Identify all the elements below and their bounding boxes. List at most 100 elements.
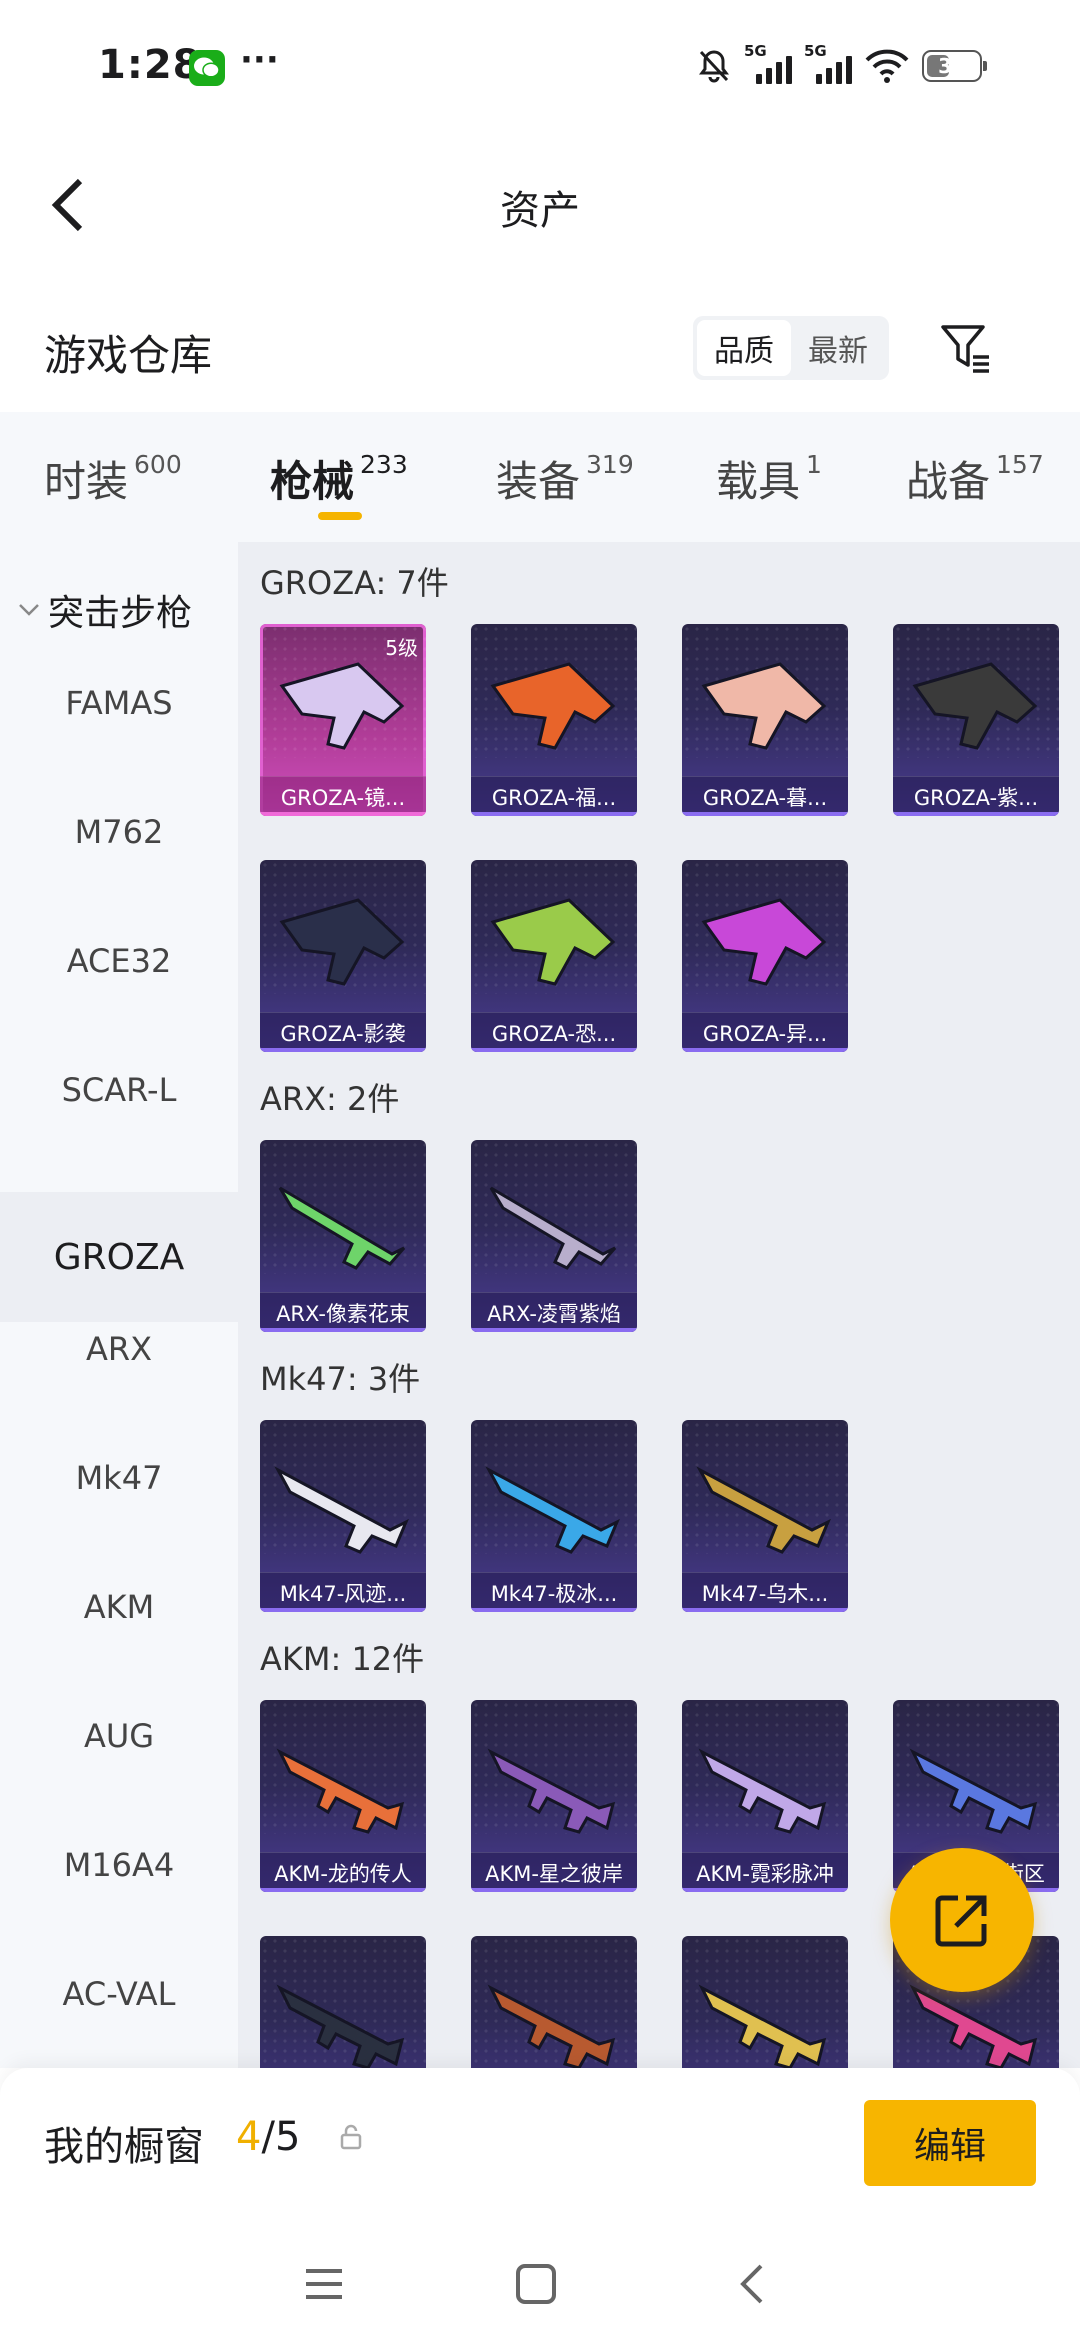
section-title-akm: AKM: 12件 bbox=[260, 1640, 425, 1678]
weapon-skin-image bbox=[487, 1984, 616, 2068]
skin-name: AKM-星之彼岸 bbox=[471, 1852, 637, 1892]
weapon-skin-image bbox=[278, 1186, 406, 1270]
sidebar-item-mk47[interactable]: Mk47 bbox=[0, 1413, 238, 1543]
skin-name: AKM-龙的传人 bbox=[260, 1852, 426, 1892]
status-icons: 5G 5G 33 bbox=[696, 42, 987, 88]
weapon-skin-image bbox=[279, 898, 405, 986]
skin-grid: GROZA: 7件 5级 GROZA-镜... GROZA-福... GROZA… bbox=[238, 542, 1080, 2068]
wechat-notification-icon bbox=[189, 50, 225, 86]
menu-icon bbox=[306, 2269, 342, 2299]
sidebar-item-arx[interactable]: ARX bbox=[0, 1284, 238, 1414]
skin-card[interactable]: ARX-像素花束 bbox=[260, 1140, 426, 1332]
lock-icon bbox=[340, 2124, 362, 2150]
skin-card[interactable]: Mk47-风迹... bbox=[260, 1420, 426, 1612]
edit-showcase-button[interactable]: 编辑 bbox=[864, 2100, 1036, 2186]
share-button[interactable] bbox=[890, 1848, 1034, 1992]
signal-icon: 5G bbox=[804, 42, 852, 86]
weapon-skin-image bbox=[489, 1186, 617, 1270]
recent-apps-button[interactable] bbox=[294, 2254, 354, 2314]
tab-equipment[interactable]: 装备 319 bbox=[496, 448, 634, 509]
weapon-skin-image bbox=[701, 662, 827, 750]
filter-icon bbox=[941, 325, 989, 373]
signal-icon: 5G bbox=[744, 42, 792, 86]
weapon-skin-image bbox=[490, 898, 616, 986]
page-header: 资产 bbox=[0, 150, 1080, 260]
skin-card[interactable]: Mk47-极冰... bbox=[471, 1420, 637, 1612]
skin-name: GROZA-影袭 bbox=[260, 1012, 426, 1052]
sidebar-item-ac-val[interactable]: AC-VAL bbox=[0, 1929, 238, 2059]
skin-card[interactable]: AKM-龙的传人 bbox=[260, 1700, 426, 1892]
weapon-skin-image bbox=[912, 662, 1038, 750]
weapon-skin-image bbox=[909, 1748, 1038, 1834]
skin-card[interactable]: GROZA-暮... bbox=[682, 624, 848, 816]
skin-name: Mk47-乌木... bbox=[682, 1572, 848, 1612]
more-notifications-icon: ··· bbox=[240, 40, 279, 80]
sidebar-item-ace32[interactable]: ACE32 bbox=[0, 896, 238, 1026]
skin-card[interactable]: GROZA-恐... bbox=[471, 860, 637, 1052]
sidebar-item-famas[interactable]: FAMAS bbox=[0, 638, 238, 768]
mute-icon bbox=[699, 50, 729, 83]
skin-name: ARX-像素花束 bbox=[260, 1292, 426, 1332]
skin-name: GROZA-暮... bbox=[682, 776, 848, 816]
skin-name: Mk47-极冰... bbox=[471, 1572, 637, 1612]
sort-quality-button[interactable]: 品质 bbox=[697, 320, 791, 376]
system-navigation bbox=[0, 2218, 1080, 2347]
skin-card[interactable]: GROZA-影袭 bbox=[260, 860, 426, 1052]
weapon-skin-image bbox=[279, 662, 405, 750]
square-icon bbox=[516, 2264, 556, 2304]
status-time: 1:28 bbox=[98, 42, 202, 88]
weapon-skin-image bbox=[274, 1466, 409, 1554]
chevron-left-icon bbox=[740, 2264, 763, 2304]
share-icon bbox=[935, 1895, 987, 1947]
system-back-button[interactable] bbox=[722, 2254, 782, 2314]
section-title-arx: ARX: 2件 bbox=[260, 1080, 400, 1118]
section-title-mk47: Mk47: 3件 bbox=[260, 1360, 421, 1398]
skin-name: GROZA-恐... bbox=[471, 1012, 637, 1052]
sort-toggle: 品质 最新 bbox=[693, 316, 889, 380]
skin-name: ARX-凌霄紫焰 bbox=[471, 1292, 637, 1332]
sidebar-item-scar-l[interactable]: SCAR-L bbox=[0, 1025, 238, 1155]
skin-name: GROZA-镜... bbox=[260, 776, 426, 816]
skin-card[interactable]: 5级 GROZA-镜... bbox=[260, 624, 426, 816]
weapon-skin-image bbox=[490, 662, 616, 750]
battery-icon: 33 bbox=[922, 50, 987, 82]
filter-button[interactable] bbox=[936, 316, 996, 380]
weapon-skin-image bbox=[696, 1466, 831, 1554]
skin-name: GROZA-紫... bbox=[893, 776, 1059, 816]
skin-card[interactable]: GROZA-福... bbox=[471, 624, 637, 816]
weapon-skin-image bbox=[698, 1748, 827, 1834]
home-button[interactable] bbox=[506, 2254, 566, 2314]
skin-card[interactable]: GROZA-异... bbox=[682, 860, 848, 1052]
weapon-sidebar: 突击步枪 FAMAS M762 ACE32 SCAR-L GROZA ARX M… bbox=[0, 542, 238, 2068]
section-title-groza: GROZA: 7件 bbox=[260, 564, 449, 602]
showcase-count: 4/5 bbox=[236, 2114, 301, 2160]
sidebar-group-assault-rifles[interactable]: 突击步枪 bbox=[18, 584, 192, 636]
tab-vehicles[interactable]: 载具 1 bbox=[716, 448, 822, 509]
sidebar-item-m762[interactable]: M762 bbox=[0, 767, 238, 897]
skin-card[interactable]: ARX-凌霄紫焰 bbox=[471, 1140, 637, 1332]
category-tabs: 时装 600 枪械 233 装备 319 载具 1 战备 157 bbox=[0, 412, 1080, 542]
showcase-label: 我的橱窗 bbox=[44, 2124, 204, 2170]
sort-newest-button[interactable]: 最新 bbox=[791, 320, 885, 376]
weapon-skin-image bbox=[487, 1748, 616, 1834]
sidebar-item-akm[interactable]: AKM bbox=[0, 1542, 238, 1672]
showcase-bar: 我的橱窗 4/5 编辑 bbox=[0, 2068, 1080, 2218]
sidebar-item-aug[interactable]: AUG bbox=[0, 1671, 238, 1801]
skin-name: GROZA-异... bbox=[682, 1012, 848, 1052]
skin-card[interactable] bbox=[471, 1936, 637, 2068]
skin-card[interactable]: AKM-星之彼岸 bbox=[471, 1700, 637, 1892]
skin-name: Mk47-风迹... bbox=[260, 1572, 426, 1612]
tab-weapons[interactable]: 枪械 233 bbox=[270, 448, 408, 509]
skin-card[interactable]: GROZA-紫... bbox=[893, 624, 1059, 816]
status-bar: 1:28 ··· 5G 5G 33 bbox=[0, 0, 1080, 135]
tab-supplies[interactable]: 战备 157 bbox=[906, 448, 1044, 509]
tab-fashion[interactable]: 时装 600 bbox=[44, 448, 182, 509]
skin-card[interactable]: Mk47-乌木... bbox=[682, 1420, 848, 1612]
skin-card[interactable]: AKM-霓彩脉冲 bbox=[682, 1700, 848, 1892]
page-title: 资产 bbox=[500, 188, 580, 234]
level-badge: 5级 bbox=[385, 636, 418, 660]
weapon-skin-image bbox=[485, 1466, 620, 1554]
skin-card[interactable] bbox=[260, 1936, 426, 2068]
skin-card[interactable] bbox=[682, 1936, 848, 2068]
sidebar-item-m16a4[interactable]: M16A4 bbox=[0, 1800, 238, 1930]
